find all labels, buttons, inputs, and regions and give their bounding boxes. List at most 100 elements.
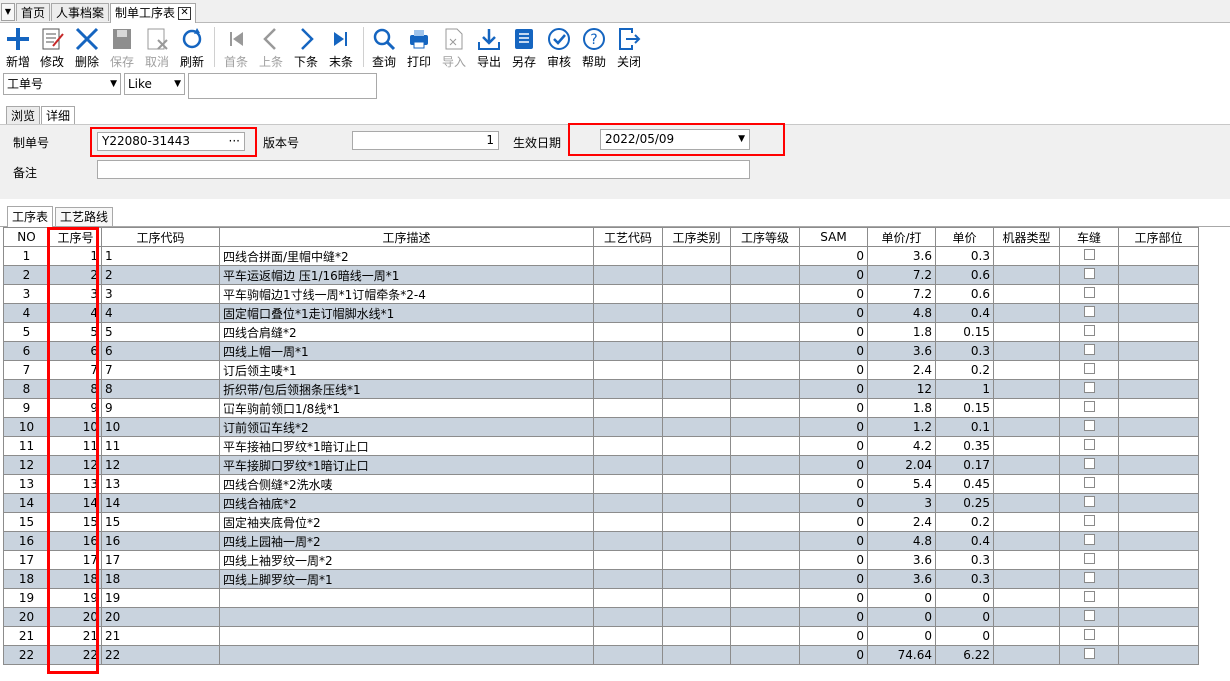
- cell-part[interactable]: [1118, 303, 1199, 323]
- cell-no[interactable]: 7: [3, 360, 50, 380]
- cell-no[interactable]: 11: [3, 436, 50, 456]
- cell-part[interactable]: [1118, 493, 1199, 513]
- cell-grade[interactable]: [730, 265, 800, 285]
- cell-machine[interactable]: [993, 531, 1060, 551]
- cell-sewing[interactable]: [1059, 322, 1119, 342]
- cell-craft-code[interactable]: [593, 474, 663, 494]
- cell-price[interactable]: 0.3: [935, 550, 994, 570]
- cell-sewing[interactable]: [1059, 379, 1119, 399]
- cell-part[interactable]: [1118, 322, 1199, 342]
- export-button[interactable]: 导出: [472, 23, 506, 70]
- search-input[interactable]: [188, 73, 377, 99]
- cell-machine[interactable]: [993, 512, 1060, 532]
- cell-grade[interactable]: [730, 398, 800, 418]
- cell-code[interactable]: 11: [101, 436, 220, 456]
- cell-machine[interactable]: [993, 284, 1060, 304]
- cell-machine[interactable]: [993, 265, 1060, 285]
- cell-craft-code[interactable]: [593, 626, 663, 646]
- sewing-checkbox[interactable]: [1083, 306, 1095, 317]
- cell-sewing[interactable]: [1059, 455, 1119, 475]
- cell-desc[interactable]: 四线上袖罗纹一周*2: [219, 550, 594, 570]
- cell-price-dozen[interactable]: 2.4: [867, 360, 936, 380]
- cell-sam[interactable]: 0: [799, 550, 868, 570]
- cell-sewing[interactable]: [1059, 531, 1119, 551]
- cell-craft-code[interactable]: [593, 531, 663, 551]
- cell-desc[interactable]: 订前领冚车线*2: [219, 417, 594, 437]
- col-price[interactable]: 单价: [935, 227, 994, 247]
- cell-part[interactable]: [1118, 645, 1199, 665]
- cell-machine[interactable]: [993, 322, 1060, 342]
- sewing-checkbox[interactable]: [1083, 268, 1095, 279]
- cell-price[interactable]: 6.22: [935, 645, 994, 665]
- cell-category[interactable]: [662, 550, 731, 570]
- cell-code[interactable]: 21: [101, 626, 220, 646]
- cell-grade[interactable]: [730, 322, 800, 342]
- cell-price-dozen[interactable]: 2.04: [867, 455, 936, 475]
- cell-no[interactable]: 17: [3, 550, 50, 570]
- cell-sam[interactable]: 0: [799, 303, 868, 323]
- table-row[interactable]: 3 3 3 平车驹帽边1寸线一周*1订帽牵条*2-4 0 7.2 0.6: [3, 284, 1199, 304]
- table-row[interactable]: 6 6 6 四线上帽一周*1 0 3.6 0.3: [3, 341, 1199, 361]
- table-row[interactable]: 21 21 21 0 0 0: [3, 626, 1199, 646]
- cell-category[interactable]: [662, 607, 731, 627]
- cell-price-dozen[interactable]: 1.8: [867, 398, 936, 418]
- cell-no[interactable]: 9: [3, 398, 50, 418]
- cell-desc[interactable]: 四线上园袖一周*2: [219, 531, 594, 551]
- table-row[interactable]: 10 10 10 订前领冚车线*2 0 1.2 0.1: [3, 417, 1199, 437]
- cell-sam[interactable]: 0: [799, 493, 868, 513]
- col-code[interactable]: 工序代码: [101, 227, 220, 247]
- cell-machine[interactable]: [993, 474, 1060, 494]
- table-row[interactable]: 12 12 12 平车接脚口罗纹*1暗订止口 0 2.04 0.17: [3, 455, 1199, 475]
- tab-process-sheet[interactable]: 制单工序表 ✕: [110, 3, 197, 23]
- cell-desc[interactable]: 平车接袖口罗纹*1暗订止口: [219, 436, 594, 456]
- cell-part[interactable]: [1118, 360, 1199, 380]
- col-sam[interactable]: SAM: [799, 227, 868, 247]
- cell-desc[interactable]: 订后领主唛*1: [219, 360, 594, 380]
- cell-sam[interactable]: 0: [799, 588, 868, 608]
- cell-category[interactable]: [662, 474, 731, 494]
- cell-price-dozen[interactable]: 4.8: [867, 531, 936, 551]
- table-row[interactable]: 19 19 19 0 0 0: [3, 588, 1199, 608]
- table-row[interactable]: 5 5 5 四线合肩缝*2 0 1.8 0.15: [3, 322, 1199, 342]
- sewing-checkbox[interactable]: [1083, 382, 1095, 393]
- cell-craft-code[interactable]: [593, 645, 663, 665]
- cell-sam[interactable]: 0: [799, 398, 868, 418]
- cell-no[interactable]: 3: [3, 284, 50, 304]
- cell-code[interactable]: 7: [101, 360, 220, 380]
- new-button[interactable]: 新增: [1, 23, 35, 70]
- cell-machine[interactable]: [993, 626, 1060, 646]
- cell-part[interactable]: [1118, 246, 1199, 266]
- cell-sewing[interactable]: [1059, 607, 1119, 627]
- cell-sewing[interactable]: [1059, 398, 1119, 418]
- cell-price[interactable]: 0.3: [935, 246, 994, 266]
- cell-craft-code[interactable]: [593, 493, 663, 513]
- sewing-checkbox[interactable]: [1083, 325, 1095, 336]
- tab-process-route[interactable]: 工艺路线: [55, 207, 114, 226]
- col-sewing[interactable]: 车缝: [1059, 227, 1119, 247]
- cell-price-dozen[interactable]: 0: [867, 607, 936, 627]
- table-row[interactable]: 8 8 8 折织带/包后领捆条压线*1 0 12 1: [3, 379, 1199, 399]
- cell-price[interactable]: 0.25: [935, 493, 994, 513]
- cell-grade[interactable]: [730, 417, 800, 437]
- cell-craft-code[interactable]: [593, 588, 663, 608]
- cell-part[interactable]: [1118, 512, 1199, 532]
- cell-category[interactable]: [662, 417, 731, 437]
- cell-part[interactable]: [1118, 284, 1199, 304]
- cell-no[interactable]: 22: [3, 645, 50, 665]
- cell-sam[interactable]: 0: [799, 645, 868, 665]
- sewing-checkbox[interactable]: [1083, 591, 1095, 602]
- cell-price-dozen[interactable]: 74.64: [867, 645, 936, 665]
- cell-grade[interactable]: [730, 436, 800, 456]
- cell-sam[interactable]: 0: [799, 455, 868, 475]
- cell-sewing[interactable]: [1059, 588, 1119, 608]
- cell-desc[interactable]: 平车运返帽边 压1/16暗线一周*1: [219, 265, 594, 285]
- tab-menu-chevron-icon[interactable]: ▼: [1, 3, 15, 21]
- cell-sam[interactable]: 0: [799, 417, 868, 437]
- cell-code[interactable]: 9: [101, 398, 220, 418]
- sewing-checkbox[interactable]: [1083, 553, 1095, 564]
- cell-sewing[interactable]: [1059, 360, 1119, 380]
- cell-sewing[interactable]: [1059, 626, 1119, 646]
- cell-no[interactable]: 21: [3, 626, 50, 646]
- cell-price-dozen[interactable]: 1.8: [867, 322, 936, 342]
- prev-record-button[interactable]: 上条: [254, 23, 288, 70]
